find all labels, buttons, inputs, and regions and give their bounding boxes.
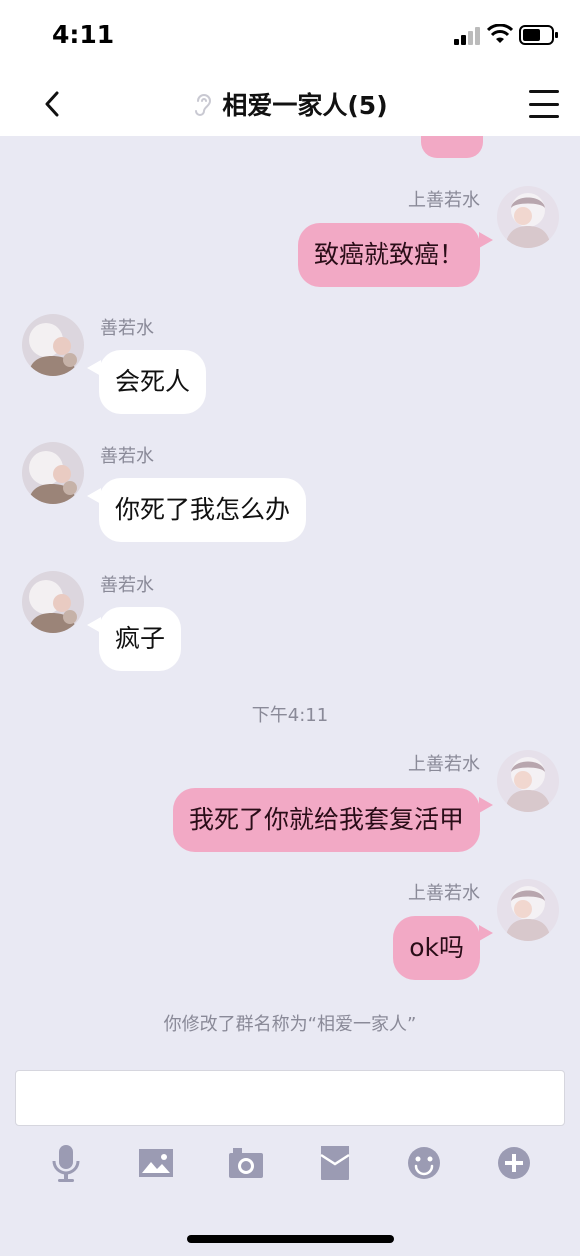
emoji-icon [408, 1147, 440, 1179]
cellular-signal-icon [454, 27, 480, 45]
bubble-tail [479, 797, 493, 813]
timestamp: 下午4:11 [251, 705, 329, 726]
sender-name: 上善若水 [408, 754, 480, 775]
camera-icon [229, 1148, 263, 1178]
chat-title: 相爱一家人(5) [222, 91, 388, 120]
menu-button[interactable] [526, 86, 562, 122]
message-bubble[interactable]: 我死了你就给我套复活甲 [172, 788, 480, 852]
message-bubble[interactable]: 疯子 [99, 607, 182, 671]
avatar-image [22, 442, 84, 504]
message-input[interactable] [15, 1070, 565, 1126]
message-row: 善若水 你死了我怎么办 [0, 434, 580, 554]
bubble-tail [87, 488, 101, 504]
menu-line [529, 102, 559, 106]
avatar-image [497, 186, 559, 248]
nav-bar: 相爱一家人(5) [0, 72, 580, 136]
emoji-button[interactable] [404, 1140, 444, 1186]
bubble-tail [479, 925, 493, 941]
sender-name: 善若水 [100, 318, 154, 339]
message-bubble[interactable]: 致癌就致癌！ [297, 223, 480, 287]
message-row: 善若水 会死人 [0, 306, 580, 426]
sender-name: 善若水 [100, 446, 154, 467]
message-bubble[interactable]: 你死了我怎么办 [99, 478, 307, 542]
avatar[interactable] [497, 879, 559, 941]
message-row: 上善若水 致癌就致癌！ [0, 136, 580, 296]
menu-line [529, 115, 559, 118]
wifi-icon [487, 24, 513, 43]
bubble-tail [87, 360, 101, 376]
status-bar: 4:11 [0, 0, 580, 72]
message-row: 善若水 疯子 [0, 563, 580, 683]
sender-name: 上善若水 [408, 883, 480, 904]
avatar-image [22, 314, 84, 376]
red-packet-icon [320, 1146, 350, 1180]
avatar[interactable] [22, 314, 84, 376]
bubble-tail [479, 232, 493, 248]
battery-icon [519, 25, 558, 45]
avatar-image [497, 879, 559, 941]
avatar[interactable] [22, 442, 84, 504]
home-indicator [187, 1235, 394, 1243]
image-button[interactable] [136, 1140, 176, 1186]
nav-title-area: 相爱一家人(5) [0, 84, 580, 124]
message-bubble[interactable]: 会死人 [99, 350, 207, 414]
image-icon [139, 1149, 173, 1177]
plus-icon [498, 1147, 530, 1179]
message-row: 上善若水 ok吗 [0, 871, 580, 991]
chat-messages[interactable]: 上善若水 致癌就致癌！ 善若水 会死人 善若水 你死了我怎么办 善若水 疯子 下… [0, 136, 580, 1056]
avatar[interactable] [497, 750, 559, 812]
microphone-icon [52, 1145, 80, 1182]
avatar[interactable] [22, 571, 84, 633]
avatar-image [497, 750, 559, 812]
camera-button[interactable] [226, 1140, 266, 1186]
message-bubble[interactable]: ok吗 [393, 916, 480, 980]
menu-line [529, 90, 559, 93]
bubble-tail [87, 617, 101, 633]
avatar[interactable] [497, 186, 559, 248]
sender-name: 上善若水 [408, 190, 480, 211]
voice-button[interactable] [46, 1140, 86, 1186]
input-toolbar [0, 1140, 580, 1190]
message-row: 上善若水 我死了你就给我套复活甲 [0, 742, 580, 862]
system-message: 你修改了群名称为“相爱一家人” [163, 1014, 417, 1035]
sender-name: 善若水 [100, 575, 154, 596]
ear-icon [195, 94, 212, 116]
avatar-image [22, 571, 84, 633]
status-time: 4:11 [52, 20, 115, 49]
more-button[interactable] [494, 1140, 534, 1186]
red-packet-button[interactable] [315, 1140, 355, 1186]
